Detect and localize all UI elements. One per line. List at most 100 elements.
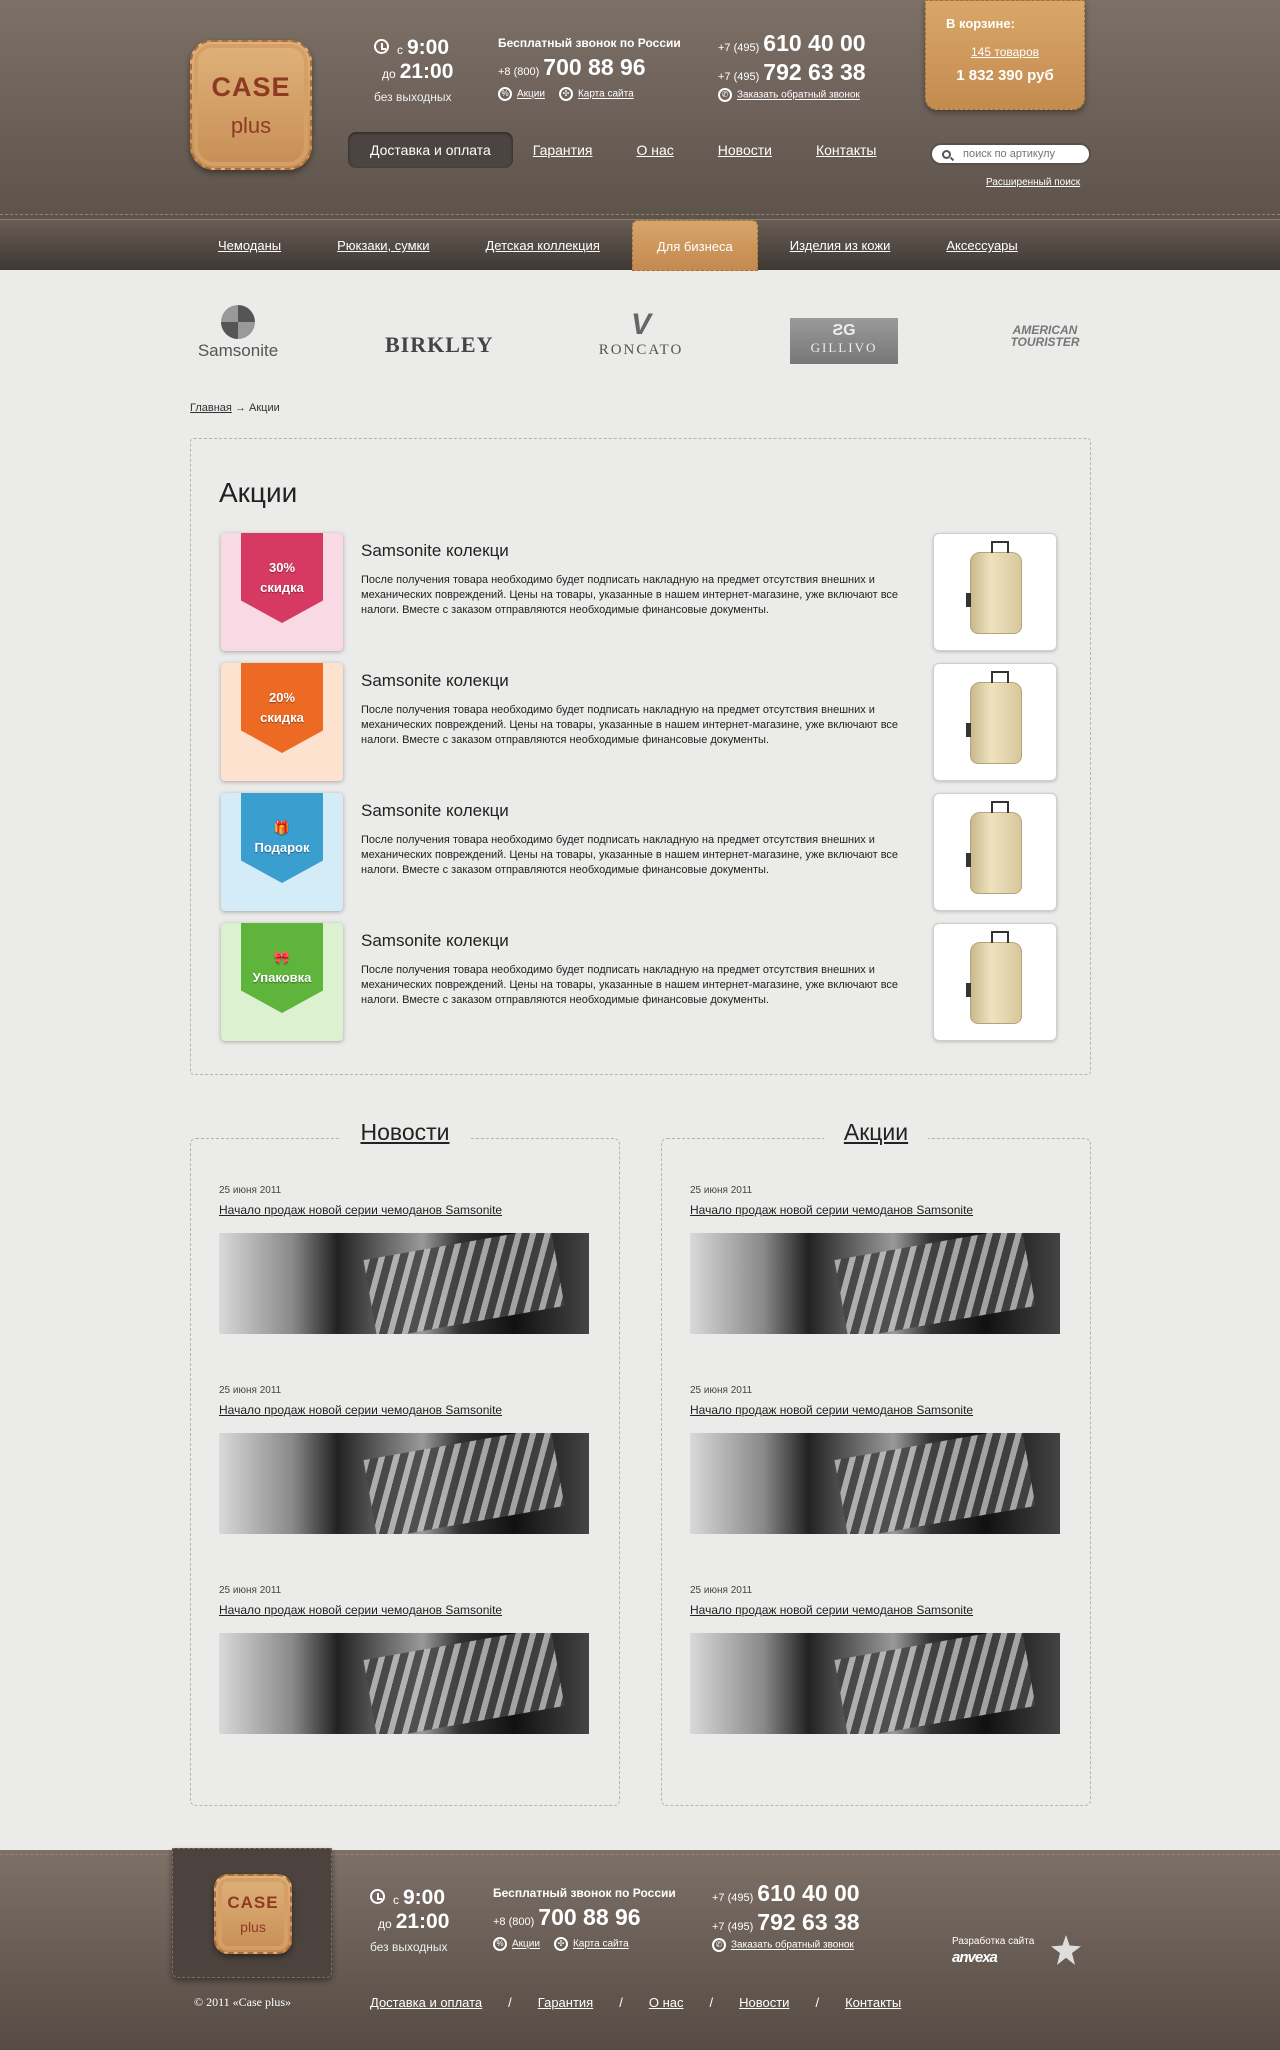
brand-samsonite[interactable]: Samsonite	[190, 305, 286, 361]
promo-item: 🎀 Упаковка Samsonite колекци После получе…	[221, 923, 1069, 1043]
percent-icon: %	[498, 87, 512, 101]
search-input[interactable]	[963, 148, 1083, 160]
footer-nav-contacts[interactable]: Контакты	[845, 1995, 901, 2010]
footer-sitemap-link[interactable]: Карта сайта	[573, 1939, 629, 1950]
copyright: © 2011 «Case plus»	[194, 1995, 292, 2009]
promo-item: 30% скидка Samsonite колекци После получе…	[221, 533, 1069, 653]
hours-note: без выходных	[374, 90, 452, 104]
clock-icon	[370, 1889, 385, 1904]
news-item: 25 июня 2011 Начало продаж новой серии ч…	[219, 1185, 591, 1334]
search-box	[930, 143, 1091, 165]
brand-roncato[interactable]: V RONCATO	[592, 308, 690, 359]
phones-block: +7 (495) 610 40 00 +7 (495) 792 63 38 ✆ Зак…	[718, 30, 866, 102]
footer-working-hours: с 9:00 до 21:00 без выходных	[370, 1886, 450, 1954]
sitemap-icon: ✣	[553, 1937, 568, 1951]
promo-title[interactable]: Samsonite колекци	[361, 671, 509, 691]
nav-warranty[interactable]: Гарантия	[533, 142, 593, 158]
free-call-number: 700 88 96	[543, 54, 646, 80]
promo-product-image[interactable]	[933, 663, 1057, 781]
promo-title[interactable]: Samsonite колекци	[361, 931, 509, 951]
promotions-section: Акции 30% скидка Samsonite колекци После …	[190, 438, 1091, 1075]
news-link[interactable]: Начало продаж новой серии чемоданов Sams…	[219, 1603, 591, 1617]
action-date: 25 июня 2011	[690, 1185, 753, 1196]
news-column: Новости 25 июня 2011 Начало продаж новой…	[190, 1119, 620, 1806]
cart-count-link[interactable]: 145 товаров	[971, 45, 1039, 59]
callback-link[interactable]: Заказать обратный звонок	[737, 90, 860, 101]
free-call-label: Бесплатный звонок по России	[498, 36, 681, 50]
sitemap-icon: ✣	[558, 87, 573, 101]
promo-product-image[interactable]	[933, 533, 1057, 651]
news-date: 25 июня 2011	[219, 1585, 282, 1596]
category-suitcases[interactable]: Чемоданы	[218, 238, 281, 253]
footer-callback-link[interactable]: Заказать обратный звонок	[731, 1940, 854, 1951]
category-kids[interactable]: Детская коллекция	[485, 238, 599, 253]
category-accessories[interactable]: Аксессуары	[946, 238, 1017, 253]
news-image[interactable]	[219, 1233, 589, 1334]
footer-nav-news[interactable]: Новости	[739, 1995, 789, 2010]
action-image[interactable]	[690, 1433, 1060, 1534]
promo-badge[interactable]: 20% скидка	[221, 663, 343, 781]
news-image[interactable]	[219, 1633, 589, 1734]
action-date: 25 июня 2011	[690, 1385, 753, 1396]
promo-title[interactable]: Samsonite колекци	[361, 801, 509, 821]
action-image[interactable]	[690, 1233, 1060, 1334]
suitcase-image	[966, 541, 1022, 634]
brand-american-tourister[interactable]: AMERICAN TOURISTER	[1000, 324, 1090, 348]
brand-gillivo[interactable]: ƧG GILLIVO	[790, 318, 898, 364]
search-icon[interactable]	[942, 149, 951, 159]
sitemap-link[interactable]: Карта сайта	[578, 89, 634, 100]
clock-icon	[374, 39, 389, 54]
news-link[interactable]: Начало продаж новой серии чемоданов Sams…	[219, 1203, 591, 1217]
phone-number-1: 610 40 00	[763, 30, 866, 56]
footer-phones: +7 (495) 610 40 00 +7 (495) 792 63 38 ✆ Зак…	[712, 1880, 860, 1952]
promo-description: После получения товара необходимо будет …	[361, 704, 899, 746]
phone-number-2: 792 63 38	[763, 59, 866, 85]
nav-contacts[interactable]: Контакты	[816, 142, 876, 158]
roncato-logo-icon: V	[630, 308, 651, 341]
advanced-search-link[interactable]: Расширенный поиск	[986, 177, 1080, 188]
actions-column: Акции 25 июня 2011 Начало продаж новой с…	[661, 1119, 1091, 1806]
brand-birkley[interactable]: BIRKLEY	[385, 332, 493, 358]
action-image[interactable]	[690, 1633, 1060, 1734]
footer-promos-link[interactable]: Акции	[512, 1939, 540, 1950]
footer-nav-about[interactable]: О нас	[649, 1995, 684, 2010]
promo-title[interactable]: Samsonite колекци	[361, 541, 509, 561]
promo-badge[interactable]: 30% скидка	[221, 533, 343, 651]
site-header: CASE plus с 9:00 до 21:00 без выходных Бес…	[0, 0, 1280, 219]
news-date: 25 июня 2011	[219, 1185, 282, 1196]
promo-badge[interactable]: 🎁 Подарок	[221, 793, 343, 911]
suitcase-image	[966, 801, 1022, 894]
cart-sum: 1 832 390 руб	[956, 67, 1054, 84]
category-leather[interactable]: Изделия из кожи	[790, 238, 891, 253]
promo-product-image[interactable]	[933, 793, 1057, 911]
footer-logo[interactable]: CASE plus	[214, 1874, 292, 1954]
promo-product-image[interactable]	[933, 923, 1057, 1041]
category-backpacks[interactable]: Рюкзаки, сумки	[337, 238, 429, 253]
actions-heading[interactable]: Акции	[823, 1119, 929, 1145]
cart-widget[interactable]: В корзине: 145 товаров 1 832 390 руб	[925, 0, 1085, 110]
action-link[interactable]: Начало продаж новой серии чемоданов Sams…	[690, 1403, 1062, 1417]
promo-description: После получения товара необходимо будет …	[361, 834, 899, 876]
logo[interactable]: CASE plus	[190, 40, 312, 170]
breadcrumb: Главная → Акции	[190, 402, 280, 414]
nav-delivery[interactable]: Доставка и оплата	[348, 132, 513, 168]
action-link[interactable]: Начало продаж новой серии чемоданов Sams…	[690, 1603, 1062, 1617]
working-hours: с 9:00 до 21:00 без выходных	[374, 36, 454, 104]
action-link[interactable]: Начало продаж новой серии чемоданов Sams…	[690, 1203, 1062, 1217]
category-business[interactable]: Для бизнеса	[631, 220, 758, 271]
news-link[interactable]: Начало продаж новой серии чемоданов Sams…	[219, 1403, 591, 1417]
promo-badge[interactable]: 🎀 Упаковка	[221, 923, 343, 1041]
nav-news[interactable]: Новости	[718, 142, 772, 158]
breadcrumb-home[interactable]: Главная	[190, 402, 232, 414]
promos-link[interactable]: Акции	[517, 89, 545, 100]
action-item: 25 июня 2011 Начало продаж новой серии ч…	[690, 1585, 1062, 1734]
footer-nav-delivery[interactable]: Доставка и оплата	[370, 1995, 482, 2010]
nav-about[interactable]: О нас	[636, 142, 673, 158]
news-image[interactable]	[219, 1433, 589, 1534]
news-heading[interactable]: Новости	[340, 1119, 470, 1145]
promo-description: После получения товара необходимо будет …	[361, 574, 899, 616]
promo-description: После получения товара необходимо будет …	[361, 964, 899, 1006]
footer-nav-warranty[interactable]: Гарантия	[538, 1995, 593, 2010]
developer-credit[interactable]: Разработка сайта anvexa	[952, 1936, 1034, 1966]
logo-text-case: CASE	[211, 71, 291, 102]
